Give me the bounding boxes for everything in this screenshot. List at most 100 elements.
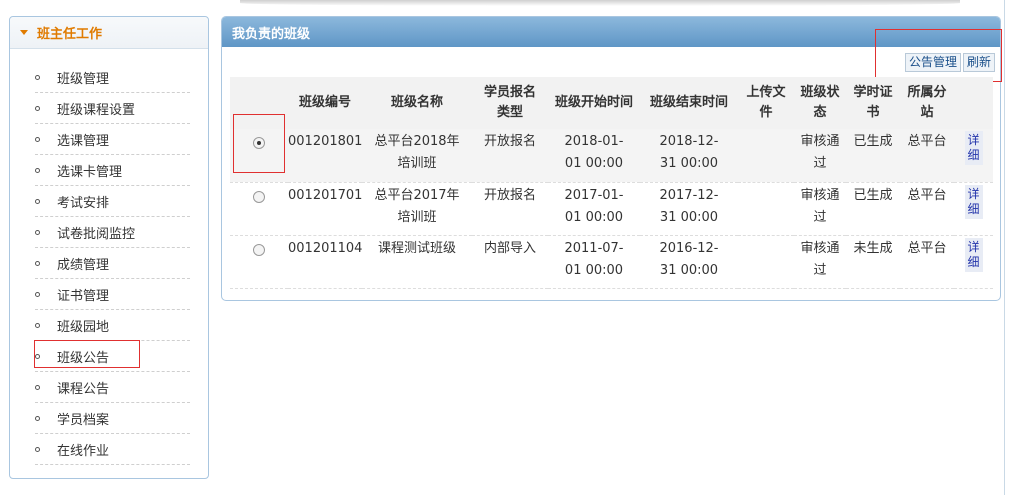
- cell-code-text: 001201104: [288, 240, 363, 256]
- bullet-icon: [35, 105, 40, 111]
- sidebar-item-label: 班级园地: [57, 319, 110, 335]
- header-status: 班级状态: [794, 77, 846, 129]
- cell-type-text: 内部导入: [483, 240, 536, 256]
- sidebar-item[interactable]: 证书管理: [35, 279, 190, 310]
- cell-start: 2011-07-01 00:00: [548, 235, 640, 289]
- sidebar-item[interactable]: 班级管理: [35, 62, 190, 93]
- cell-file: [738, 182, 794, 236]
- sidebar: 班主任工作 班级管理班级课程设置 选课管理选课卡管理考试安排试卷批阅监控成绩管理证…: [9, 16, 209, 479]
- sidebar-item[interactable]: 在线作业: [35, 434, 190, 465]
- announcement-management-button[interactable]: 公告管理: [904, 53, 961, 72]
- cell-select: [230, 182, 288, 236]
- cell-type: 内部导入: [472, 235, 548, 289]
- classes-table: 班级编号 班级名称 学员报名类型 班级开始时间 班级结束时间 上传文件 班级状态…: [230, 77, 993, 289]
- top-shadow: [240, 0, 960, 6]
- cell-start-text: 2011-07-01 00:00: [564, 240, 624, 278]
- cell-status: 审核通过: [794, 235, 846, 289]
- cell-cert-text: 未生成: [853, 240, 893, 256]
- table-header-row: 班级编号 班级名称 学员报名类型 班级开始时间 班级结束时间 上传文件 班级状态…: [230, 77, 993, 129]
- sidebar-item[interactable]: 选课管理: [35, 124, 190, 155]
- cell-cert: 未生成: [846, 235, 900, 289]
- sidebar-item-label: 学员档案: [57, 412, 110, 428]
- sidebar-item-label: 课程公告: [57, 381, 110, 397]
- sidebar-item-label: 在线作业: [57, 443, 110, 459]
- cell-end-text: 2018-12-31 00:00: [659, 134, 719, 171]
- cell-code: 001201801: [288, 129, 363, 183]
- cell-code: 001201104: [288, 235, 363, 289]
- header-code: 班级编号: [288, 77, 362, 129]
- sidebar-item[interactable]: 学员档案: [35, 403, 190, 434]
- cell-station-text: 总平台: [907, 240, 947, 256]
- sidebar-item[interactable]: 选课卡管理: [35, 155, 190, 186]
- cell-station: 总平台: [900, 235, 954, 289]
- sidebar-item-label: 试卷批阅监控: [57, 226, 136, 242]
- cell-code-text: 001201701: [288, 187, 363, 203]
- bullet-icon: [35, 198, 40, 204]
- sidebar-item-label: 选课卡管理: [57, 164, 123, 180]
- cell-name: 课程测试班级: [362, 235, 472, 289]
- row-radio[interactable]: [253, 243, 265, 256]
- caret-down-icon: [20, 30, 28, 35]
- bullet-icon: [35, 229, 40, 235]
- bullet-icon: [35, 384, 40, 390]
- cell-cert-text: 已生成: [853, 187, 893, 203]
- sidebar-item[interactable]: 班级园地: [35, 310, 190, 341]
- table-row[interactable]: 001201801 总平台2018年培训班 开放报名 2018-01-01 00:00…: [230, 129, 993, 183]
- sidebar-header[interactable]: 班主任工作: [10, 17, 208, 49]
- bullet-icon: [35, 322, 40, 328]
- cell-type-text: 开放报名: [483, 134, 536, 149]
- cell-name: 总平台2018年培训班: [362, 129, 472, 183]
- bullet-icon: [35, 446, 40, 452]
- detail-button[interactable]: 详细: [964, 237, 983, 272]
- bullet-icon: [35, 74, 40, 80]
- cell-type-text: 开放报名: [483, 187, 536, 203]
- sidebar-item[interactable]: 成绩管理: [35, 248, 190, 279]
- highlight-box-class-announcement: [34, 340, 140, 368]
- cell-start: 2017-01-01 00:00: [548, 182, 640, 236]
- cell-status-text: 审核通过: [800, 187, 840, 225]
- header-status-label: 班级状态: [800, 85, 840, 120]
- bullet-icon: [35, 415, 40, 421]
- header-action: [954, 77, 993, 129]
- sidebar-item[interactable]: 课程公告: [35, 372, 190, 403]
- panel-title: 我负责的班级: [232, 26, 311, 42]
- header-type: 学员报名类型: [472, 77, 548, 129]
- header-station: 所属分站: [900, 77, 954, 129]
- cell-status-text: 审核通过: [800, 240, 840, 278]
- cell-end-text: 2017-12-31 00:00: [659, 187, 719, 225]
- cell-file: [738, 129, 794, 183]
- cell-end: 2018-12-31 00:00: [640, 129, 738, 183]
- header-name: 班级名称: [362, 77, 472, 129]
- classes-table-body: 001201801 总平台2018年培训班 开放报名 2018-01-01 00:00…: [230, 129, 993, 289]
- cell-status: 审核通过: [794, 182, 846, 236]
- my-classes-panel: 我负责的班级 公告管理 刷新 班级编号 班级名称 学员报名类型 班级开始时间 班…: [221, 16, 1002, 301]
- table-row[interactable]: 001201701 总平台2017年培训班 开放报名 2017-01-01 00:00…: [230, 182, 993, 236]
- cell-select: [230, 235, 288, 289]
- table-row[interactable]: 001201104 课程测试班级 内部导入 2011-07-01 00:00 2016-…: [230, 235, 993, 289]
- cell-station: 总平台: [900, 129, 954, 183]
- cell-station-text: 总平台: [907, 187, 947, 203]
- detail-button[interactable]: 详细: [964, 184, 983, 219]
- cell-type: 开放报名: [472, 182, 548, 236]
- detail-button[interactable]: 详细: [964, 131, 983, 165]
- header-cert: 学时证书: [846, 77, 900, 129]
- sidebar-item[interactable]: 试卷批阅监控: [35, 217, 190, 248]
- cell-cert: 已生成: [846, 129, 900, 183]
- cell-code-text: 001201801: [288, 134, 363, 149]
- cell-start-text: 2018-01-01 00:00: [564, 134, 624, 171]
- sidebar-item-label: 班级管理: [57, 71, 110, 87]
- row-radio[interactable]: [253, 190, 265, 203]
- refresh-button[interactable]: 刷新: [962, 53, 995, 72]
- bullet-icon: [35, 291, 40, 297]
- cell-action: 详细: [954, 182, 993, 236]
- sidebar-item[interactable]: 班级课程设置: [35, 93, 190, 124]
- cell-file: [738, 235, 794, 289]
- header-type-label: 学员报名类型: [483, 85, 536, 120]
- cell-cert-text: 已生成: [853, 134, 893, 149]
- cell-station-text: 总平台: [907, 134, 947, 149]
- header-station-label: 所属分站: [907, 85, 947, 120]
- cell-end-text: 2016-12-31 00:00: [659, 240, 719, 278]
- cell-end: 2016-12-31 00:00: [640, 235, 738, 289]
- cell-end: 2017-12-31 00:00: [640, 182, 738, 236]
- sidebar-item[interactable]: 考试安排: [35, 186, 190, 217]
